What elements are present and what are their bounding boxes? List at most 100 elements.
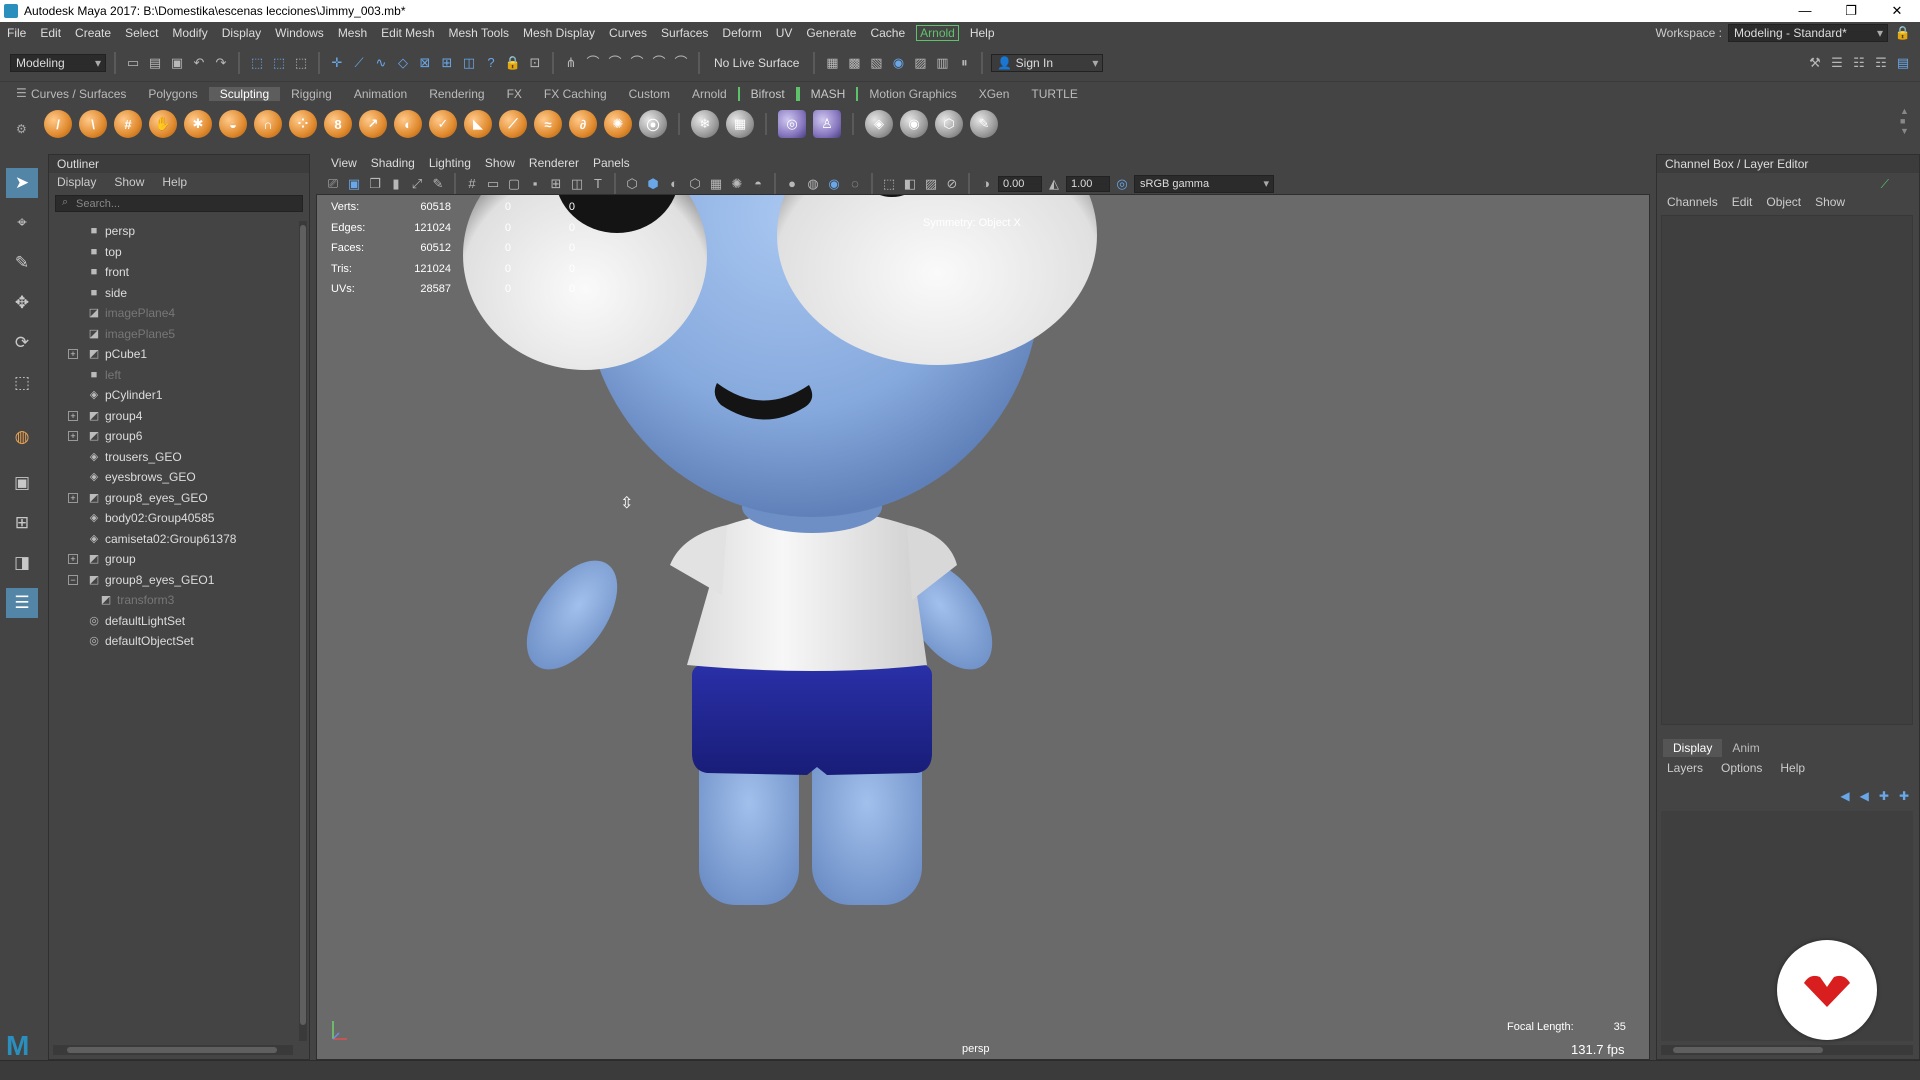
attribute-editor-icon[interactable]: ☰ xyxy=(1828,54,1846,72)
shelf-tab-arnold[interactable]: Arnold xyxy=(681,87,738,101)
lock-selection-icon[interactable]: 🔒 xyxy=(504,54,522,72)
channel-list[interactable] xyxy=(1661,215,1913,725)
shelf-tab-animation[interactable]: Animation xyxy=(343,87,418,101)
channel-box-menu-show[interactable]: Show xyxy=(1815,195,1845,209)
smooth-shade-icon[interactable]: ⬢ xyxy=(644,175,662,193)
freeze-tool-icon[interactable]: ⦿ xyxy=(639,110,667,138)
expand-icon[interactable]: + xyxy=(68,554,78,565)
outliner-item[interactable]: + ◩ group6 xyxy=(49,426,299,447)
live-surface-label[interactable]: No Live Surface xyxy=(708,56,805,70)
shelf-tab-mash[interactable]: MASH xyxy=(797,87,859,101)
viewport-menu-show[interactable]: Show xyxy=(478,156,522,170)
menu-mesh-display[interactable]: Mesh Display xyxy=(516,26,602,40)
isolate-select-icon[interactable]: ⬚ xyxy=(880,175,898,193)
outliner-item[interactable]: ■ persp xyxy=(49,221,299,242)
render-frame-icon[interactable]: ▩ xyxy=(845,54,863,72)
deformer-paint-icon[interactable]: ✎ xyxy=(970,110,998,138)
new-scene-icon[interactable]: ▭ xyxy=(124,54,142,72)
ipr-render-icon[interactable]: ▧ xyxy=(867,54,885,72)
safe-action-icon[interactable]: ◫ xyxy=(568,175,586,193)
anti-aliasing-icon[interactable]: ◉ xyxy=(825,175,843,193)
new-layer-selected-icon[interactable]: ✚ xyxy=(1899,789,1909,803)
shelf-tab-curves-surfaces[interactable]: Curves / Surfaces xyxy=(20,87,137,101)
default-material-icon[interactable]: ◐ xyxy=(665,175,683,193)
outliner-menu-display[interactable]: Display xyxy=(57,175,96,189)
select-render-icon[interactable]: ◫ xyxy=(460,54,478,72)
select-hierarchy-icon[interactable]: ⬚ xyxy=(248,54,266,72)
wireframe-on-shaded-icon[interactable]: ⬡ xyxy=(686,175,704,193)
convert-freeze-icon[interactable]: ▦ xyxy=(726,110,754,138)
paint-select-tool-icon[interactable]: ✎ xyxy=(6,248,38,278)
modeling-toolkit-icon[interactable]: ⚒ xyxy=(1806,54,1824,72)
outliner-item[interactable]: ■ left xyxy=(49,365,299,386)
expand-icon[interactable]: + xyxy=(68,349,78,360)
pose-space-icon[interactable]: ♙ xyxy=(813,110,841,138)
channel-box-menu-edit[interactable]: Edit xyxy=(1732,195,1753,209)
sign-in-dropdown[interactable]: 👤 Sign In xyxy=(991,53,1104,72)
snap-view-icon[interactable]: ⌒ xyxy=(628,54,646,72)
channel-box-menu-object[interactable]: Object xyxy=(1766,195,1801,209)
lasso-tool-icon[interactable]: ⌖ xyxy=(6,208,38,238)
layer-tab-display[interactable]: Display xyxy=(1663,739,1723,757)
collapse-icon[interactable]: − xyxy=(68,574,78,585)
outliner-horizontal-scrollbar[interactable] xyxy=(53,1045,293,1055)
arnold-ipr-icon[interactable]: ⏸ xyxy=(955,54,973,72)
menu-display[interactable]: Display xyxy=(215,26,268,40)
shelf-tab-bifrost[interactable]: Bifrost xyxy=(737,87,798,101)
spray-tool-icon[interactable]: ⁘ xyxy=(289,110,317,138)
depth-of-field-icon[interactable]: ◌ xyxy=(846,175,864,193)
menu-select[interactable]: Select xyxy=(118,26,165,40)
sculpt-tool-icon[interactable]: / xyxy=(44,110,72,138)
menu-uv[interactable]: UV xyxy=(769,26,800,40)
expand-icon[interactable]: + xyxy=(68,410,78,421)
layer-menu-options[interactable]: Options xyxy=(1721,761,1762,775)
snap-point-icon[interactable]: ⌒ xyxy=(606,54,624,72)
viewport-menu-lighting[interactable]: Lighting xyxy=(422,156,478,170)
shelf-tab-rendering[interactable]: Rendering xyxy=(418,87,495,101)
cluster-deformer-icon[interactable]: ◉ xyxy=(900,110,928,138)
channel-box-icon[interactable]: ☶ xyxy=(1872,54,1890,72)
fill-tool-icon[interactable]: ◣ xyxy=(464,110,492,138)
menu-surfaces[interactable]: Surfaces xyxy=(654,26,715,40)
perspective-viewport[interactable]: Verts: 60518 0 0 Edges: 121024 0 0 Faces: 60512… xyxy=(316,194,1650,1060)
wax-tool-icon[interactable]: ◐ xyxy=(394,110,422,138)
2d-pan-zoom-icon[interactable]: ⤢ xyxy=(408,175,426,193)
select-tool-icon[interactable]: ➤ xyxy=(6,168,38,198)
amplify-tool-icon[interactable]: ✺ xyxy=(604,110,632,138)
move-tool-icon[interactable]: ✥ xyxy=(6,288,38,318)
undo-icon[interactable]: ↶ xyxy=(190,54,208,72)
camera-attributes-icon[interactable]: ⎚ xyxy=(324,175,342,193)
menu-file[interactable]: File xyxy=(0,26,33,40)
sculpt-settings-icon[interactable]: ❄ xyxy=(691,110,719,138)
shelf-tab-rigging[interactable]: Rigging xyxy=(280,87,343,101)
gamma-field[interactable]: 1.00 xyxy=(1066,176,1110,192)
camera-select-icon[interactable]: ▣ xyxy=(345,175,363,193)
exposure-icon[interactable]: ◑ xyxy=(977,175,995,193)
grid-icon[interactable]: # xyxy=(463,175,481,193)
persp-outliner-layout-icon[interactable]: ◨ xyxy=(6,548,38,578)
select-curve-icon[interactable]: ∿ xyxy=(372,54,390,72)
color-space-dropdown[interactable]: sRGB gamma xyxy=(1134,175,1274,193)
outliner-item[interactable]: ◈ camiseta02:Group61378 xyxy=(49,529,299,550)
single-perspective-layout-icon[interactable]: ▣ xyxy=(6,468,38,498)
snap-grid-icon[interactable]: ⋔ xyxy=(562,54,580,72)
shelf-tab-fx[interactable]: FX xyxy=(496,87,533,101)
menu-curves[interactable]: Curves xyxy=(602,26,654,40)
four-view-layout-icon[interactable]: ⊞ xyxy=(6,508,38,538)
redo-icon[interactable]: ↷ xyxy=(212,54,230,72)
layer-menu-layers[interactable]: Layers xyxy=(1667,761,1703,775)
outliner-item[interactable]: ■ top xyxy=(49,242,299,263)
outliner-item[interactable]: − ◩ group8_eyes_GEO1 xyxy=(49,570,299,591)
scrape-tool-icon[interactable]: ✓ xyxy=(429,110,457,138)
flatten-tool-icon[interactable]: ◒ xyxy=(219,110,247,138)
select-handle-icon[interactable]: ✛ xyxy=(328,54,346,72)
save-scene-icon[interactable]: ▣ xyxy=(168,54,186,72)
menuset-dropdown[interactable]: Modeling xyxy=(10,53,106,72)
menu-edit-mesh[interactable]: Edit Mesh xyxy=(374,26,441,40)
select-component-icon[interactable]: ⬚ xyxy=(292,54,310,72)
workspace-dropdown[interactable]: Modeling - Standard* xyxy=(1728,24,1888,42)
repeat-tool-icon[interactable]: 8 xyxy=(324,110,352,138)
relax-tool-icon[interactable]: # xyxy=(114,110,142,138)
blend-shape-icon[interactable]: ◎ xyxy=(778,110,806,138)
layer-horizontal-scrollbar[interactable] xyxy=(1661,1045,1913,1055)
